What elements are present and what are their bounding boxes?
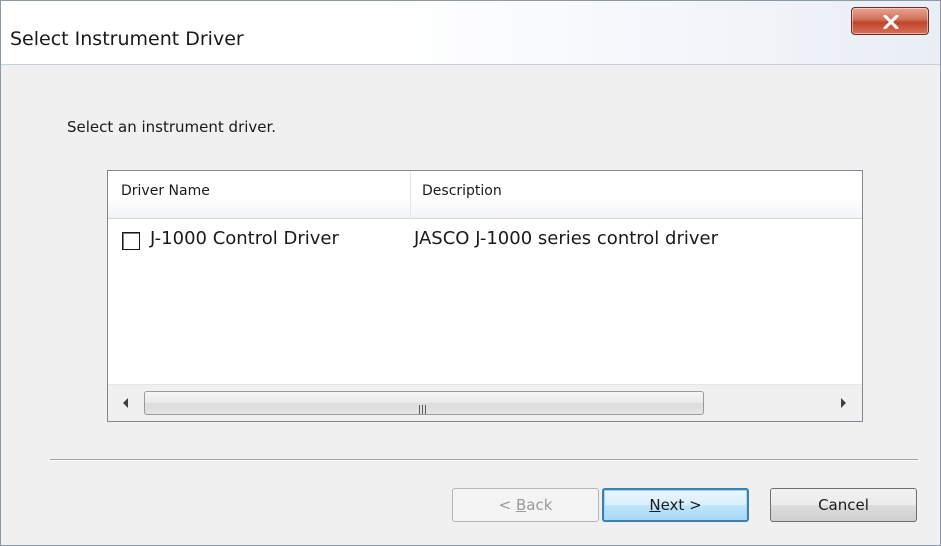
- thumb-grip-icon: [419, 399, 428, 418]
- cancel-button[interactable]: Cancel: [770, 488, 917, 522]
- arrow-left-icon: [123, 398, 128, 408]
- horizontal-scrollbar[interactable]: [108, 384, 862, 421]
- title-bar[interactable]: Select Instrument Driver: [1, 1, 940, 65]
- column-header-driver-name[interactable]: Driver Name: [121, 171, 411, 219]
- column-divider[interactable]: [410, 171, 411, 219]
- scrollbar-thumb[interactable]: [144, 391, 704, 415]
- driver-checkbox[interactable]: [122, 232, 140, 250]
- instruction-text: Select an instrument driver.: [67, 118, 277, 136]
- back-prefix: <: [498, 496, 516, 514]
- column-header-description[interactable]: Description: [422, 171, 852, 219]
- scroll-left-button[interactable]: [108, 385, 144, 422]
- next-rest: ext >: [660, 496, 702, 514]
- scroll-right-button[interactable]: [826, 385, 862, 422]
- back-mnemonic: B: [515, 496, 527, 514]
- back-button[interactable]: < Back: [452, 488, 599, 522]
- next-mnemonic: N: [649, 496, 661, 514]
- dialog-title: Select Instrument Driver: [10, 28, 244, 50]
- driver-list[interactable]: Driver Name Description J-1000 Control D…: [107, 170, 863, 422]
- list-header: Driver Name Description: [108, 171, 862, 219]
- close-button[interactable]: [851, 7, 929, 35]
- back-rest: ack: [526, 496, 553, 514]
- separator-line: [50, 459, 918, 461]
- arrow-right-icon: [841, 398, 846, 408]
- driver-description-cell: JASCO J-1000 series control driver: [414, 228, 718, 249]
- close-icon: [883, 15, 899, 29]
- list-row[interactable]: J-1000 Control Driver JASCO J-1000 serie…: [108, 223, 862, 259]
- driver-name-cell: J-1000 Control Driver: [150, 228, 339, 249]
- next-button[interactable]: Next >: [602, 488, 749, 522]
- dialog-window: Select Instrument Driver Select an instr…: [0, 0, 941, 546]
